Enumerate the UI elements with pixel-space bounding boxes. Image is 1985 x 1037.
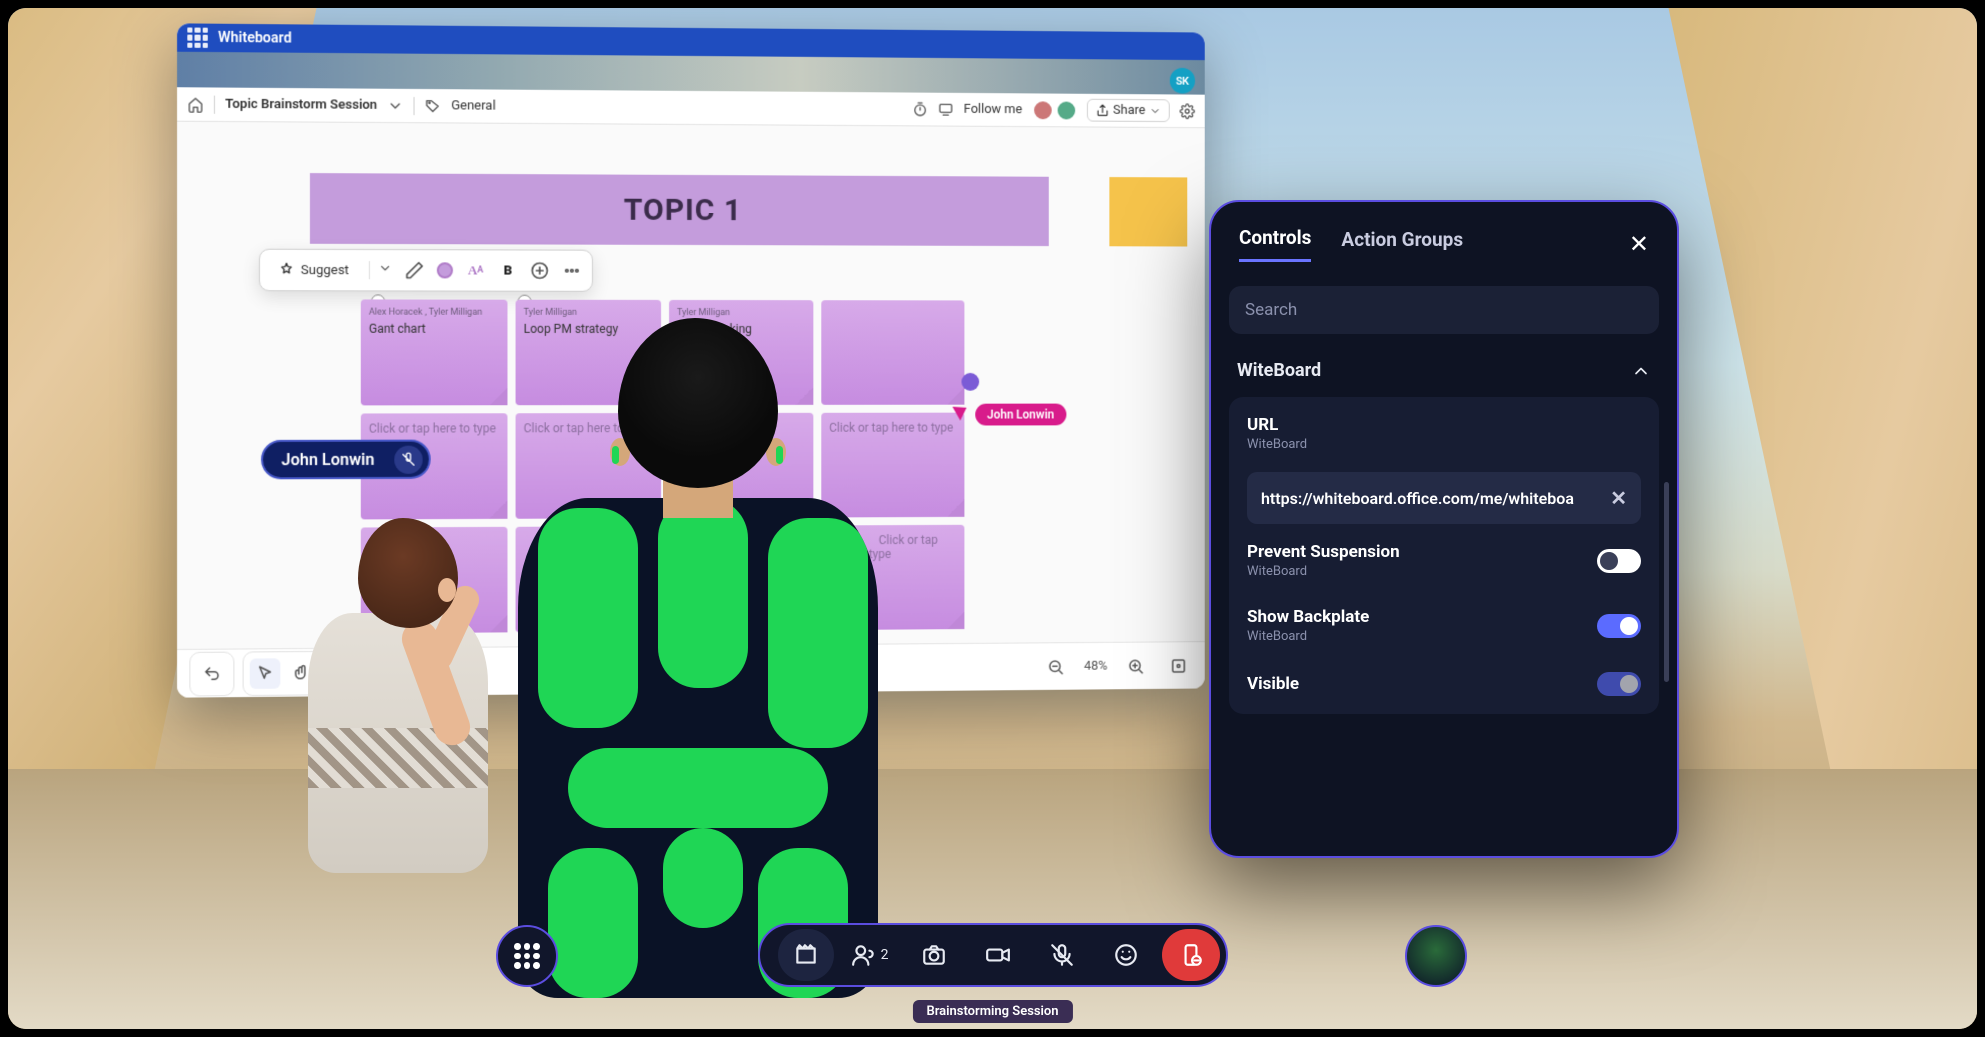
topic-banner[interactable]: TOPIC 1: [310, 173, 1049, 246]
pointer-tool[interactable]: [250, 658, 281, 689]
whiteboard-app-title: Whiteboard: [218, 30, 292, 47]
follow-me-label[interactable]: Follow me: [964, 102, 1022, 117]
tag-label[interactable]: General: [451, 98, 496, 113]
fit-button[interactable]: [1164, 651, 1193, 681]
toggle-show-backplate[interactable]: [1597, 614, 1641, 638]
timer-icon[interactable]: [913, 101, 929, 117]
suggest-dropdown[interactable]: [369, 261, 392, 279]
call-toolbar: 2: [758, 923, 1228, 987]
home-icon[interactable]: [187, 96, 203, 112]
menu-button[interactable]: [496, 925, 558, 987]
emoji-button[interactable]: [1098, 929, 1154, 981]
app-launcher-icon[interactable]: [187, 27, 207, 47]
scrollbar[interactable]: [1664, 482, 1669, 682]
gear-icon[interactable]: [1179, 103, 1195, 119]
zoom-in-button[interactable]: [1121, 651, 1150, 681]
user-badge[interactable]: SK: [1170, 68, 1195, 94]
toggle-prevent-suspension[interactable]: [1597, 549, 1641, 573]
camera-button[interactable]: [906, 929, 962, 981]
zoom-level[interactable]: 48%: [1084, 659, 1108, 674]
property-url: URL WiteBoard: [1229, 401, 1659, 466]
remote-cursor: John Lonwin: [956, 403, 1066, 426]
mic-muted-icon[interactable]: [395, 445, 423, 473]
floating-toolbar: Suggest AA B: [259, 249, 593, 292]
present-icon[interactable]: [938, 101, 954, 117]
bold-icon[interactable]: B: [498, 260, 518, 280]
more-icon[interactable]: [562, 261, 582, 281]
session-title[interactable]: Topic Brainstorm Session: [225, 97, 377, 113]
search-input[interactable]: Search: [1229, 286, 1659, 334]
presence-avatars[interactable]: [1032, 99, 1077, 121]
clapper-icon[interactable]: [778, 929, 834, 981]
tag-icon[interactable]: [425, 98, 441, 114]
cursor-arrow-icon: [952, 401, 970, 421]
chevron-up-icon: [1631, 361, 1651, 381]
undo-button[interactable]: [197, 658, 228, 689]
zoom-out-button[interactable]: [1041, 652, 1070, 682]
property-prevent-suspension: Prevent SuspensionWiteBoard: [1229, 528, 1659, 593]
self-avatar-button[interactable]: [1405, 925, 1467, 987]
add-icon[interactable]: [530, 261, 550, 281]
avatar-participant: [298, 518, 498, 898]
pencil-icon[interactable]: [405, 260, 425, 280]
controls-panel: Controls Action Groups ✕ Search WiteBoar…: [1209, 200, 1679, 858]
text-color-icon[interactable]: AA: [465, 260, 485, 280]
mic-button[interactable]: [1034, 929, 1090, 981]
clear-icon[interactable]: ✕: [1610, 486, 1627, 510]
leave-button[interactable]: [1162, 929, 1220, 981]
participants-button[interactable]: 2: [842, 929, 898, 981]
property-visible: Visible: [1229, 658, 1659, 710]
tab-controls[interactable]: Controls: [1239, 226, 1311, 262]
color-picker[interactable]: [437, 262, 453, 278]
session-label: Brainstorming Session: [912, 1000, 1072, 1023]
chevron-down-icon[interactable]: [387, 97, 403, 113]
share-button[interactable]: Share: [1087, 99, 1170, 122]
record-button[interactable]: [970, 929, 1026, 981]
section-header-witeboard[interactable]: WiteBoard: [1229, 346, 1659, 395]
property-show-backplate: Show BackplateWiteBoard: [1229, 593, 1659, 658]
suggest-button[interactable]: Suggest: [270, 258, 357, 282]
remote-cursor-avatar: [961, 373, 979, 391]
url-input[interactable]: https://whiteboard.office.com/me/whitebo…: [1247, 472, 1641, 524]
tab-action-groups[interactable]: Action Groups: [1341, 228, 1463, 261]
remote-cursor-name: John Lonwin: [975, 404, 1066, 426]
avatar-self: [478, 318, 898, 1018]
user-name-pill[interactable]: John Lonwin: [261, 440, 431, 480]
topic-banner-2[interactable]: [1109, 177, 1187, 246]
close-icon[interactable]: ✕: [1629, 232, 1649, 256]
toggle-visible[interactable]: [1597, 672, 1641, 696]
